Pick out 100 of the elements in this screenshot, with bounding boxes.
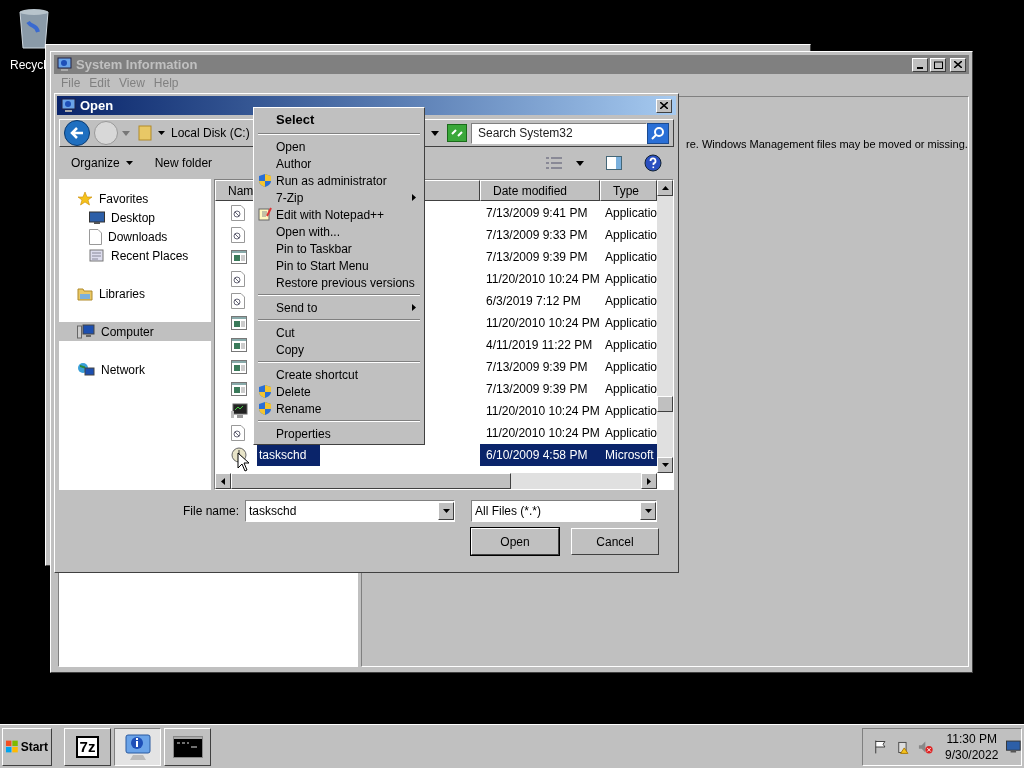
- type-cell-text: Applicatio: [603, 227, 657, 244]
- cancel-button[interactable]: Cancel: [571, 528, 659, 555]
- scroll-thumb[interactable]: [657, 396, 673, 412]
- left-arrow-icon[interactable]: [220, 477, 225, 485]
- app-icon: [57, 57, 72, 72]
- open-button[interactable]: Open: [471, 528, 559, 555]
- clock-time[interactable]: 11:30 PM: [946, 730, 997, 747]
- file-name[interactable]: taskschd: [256, 444, 321, 466]
- dialog-title: Open: [80, 96, 115, 115]
- menu-item[interactable]: Edit with Notepad++: [254, 206, 424, 223]
- date-cell[interactable]: 7/13/2009 9:39 PM: [479, 246, 600, 268]
- nav-item[interactable]: Recent Places: [59, 246, 211, 265]
- network-icon: [77, 361, 95, 378]
- help-icon[interactable]: [644, 154, 662, 172]
- program-file-icon: [230, 205, 245, 221]
- file-type-dropdown[interactable]: All Files (*.*): [471, 499, 657, 522]
- back-button[interactable]: [64, 120, 90, 146]
- menu-item[interactable]: Author: [254, 155, 424, 172]
- application-window-icon: [230, 250, 247, 264]
- menu-item[interactable]: Copy: [254, 341, 424, 358]
- date-cell[interactable]: 4/11/2019 11:22 PM: [479, 334, 600, 356]
- program-file-icon: [230, 227, 245, 243]
- minimize-button[interactable]: [912, 57, 928, 72]
- menu-item[interactable]: Open: [254, 138, 424, 155]
- menu-item[interactable]: Select: [254, 110, 424, 130]
- date-cell[interactable]: 11/20/2010 10:24 PM: [479, 400, 600, 422]
- caret-icon[interactable]: [442, 508, 450, 513]
- file-name-field[interactable]: taskschd: [245, 499, 455, 522]
- program-file-icon: [230, 425, 245, 441]
- down-arrow-icon[interactable]: [661, 463, 669, 467]
- close-icon: [954, 61, 962, 68]
- date-cell[interactable]: 11/20/2010 10:24 PM: [479, 422, 600, 444]
- mouse-cursor-icon: [237, 452, 251, 472]
- seven-zip-logo: 7z: [75, 735, 100, 758]
- taskbar-button[interactable]: [114, 727, 161, 766]
- clock-date[interactable]: 9/30/2022: [944, 746, 999, 763]
- nav-item[interactable]: Favorites: [59, 189, 211, 208]
- nav-item[interactable]: Libraries: [59, 284, 211, 303]
- menu-item[interactable]: Properties: [254, 425, 424, 442]
- menu-item[interactable]: Create shortcut: [254, 366, 424, 383]
- taskbar-button[interactable]: 7z: [64, 727, 111, 766]
- nav-item[interactable]: Downloads: [59, 227, 211, 246]
- recycle-bin-icon[interactable]: [16, 8, 52, 50]
- menu-item[interactable]: Delete: [254, 383, 424, 400]
- type-cell: Microsoft: [599, 444, 657, 466]
- menu-item[interactable]: Send to: [254, 299, 424, 316]
- show-desktop-icon[interactable]: [1006, 739, 1021, 754]
- menu-item[interactable]: Run as administrator: [254, 172, 424, 189]
- search-button[interactable]: [647, 122, 669, 144]
- menu-item[interactable]: Pin to Start Menu: [254, 257, 424, 274]
- error-message: re. Windows Management files may be moved or missing.: [686, 138, 968, 150]
- preview-pane-icon[interactable]: [606, 156, 622, 170]
- menu-item[interactable]: Pin to Taskbar: [254, 240, 424, 257]
- type-cell-text: Applicatio: [603, 293, 657, 310]
- menu-item[interactable]: Cut: [254, 324, 424, 341]
- refresh-button[interactable]: [447, 124, 467, 142]
- caret-icon[interactable]: [431, 130, 439, 136]
- search-field[interactable]: Search System32: [471, 122, 647, 144]
- horizontal-scrollbar[interactable]: [214, 473, 657, 489]
- caret-icon: [125, 161, 133, 165]
- maximize-button[interactable]: [930, 57, 946, 72]
- up-arrow-icon[interactable]: [661, 186, 669, 190]
- new-folder-button[interactable]: New folder: [154, 154, 213, 172]
- close-icon: [660, 102, 668, 109]
- vertical-scrollbar[interactable]: [657, 180, 673, 473]
- submenu-arrow-icon: [412, 304, 416, 311]
- column-header[interactable]: Date modified: [479, 180, 600, 201]
- application-window-icon: [230, 316, 247, 330]
- right-arrow-icon[interactable]: [647, 477, 651, 485]
- maximize-icon: [933, 60, 943, 69]
- scroll-thumb[interactable]: [230, 473, 511, 489]
- date-cell[interactable]: 7/13/2009 9:39 PM: [479, 378, 600, 400]
- date-cell[interactable]: 6/3/2019 7:12 PM: [479, 290, 600, 312]
- page-icon: [89, 228, 102, 245]
- close-button[interactable]: [656, 98, 672, 113]
- date-cell[interactable]: 11/20/2010 10:24 PM: [479, 312, 600, 334]
- nav-item[interactable]: Computer: [59, 322, 211, 341]
- desktop-icon-label: Recycl: [10, 57, 46, 74]
- menu-item[interactable]: Rename: [254, 400, 424, 417]
- application-window-icon: [230, 360, 247, 374]
- date-cell[interactable]: 7/13/2009 9:33 PM: [479, 224, 600, 246]
- close-button[interactable]: [950, 57, 966, 72]
- nav-item[interactable]: Desktop: [59, 208, 211, 227]
- desktop-icon: [89, 210, 105, 225]
- start-button[interactable]: Start: [2, 727, 52, 766]
- date-cell[interactable]: 7/13/2009 9:41 PM: [479, 202, 600, 224]
- menu-item[interactable]: Open with...: [254, 223, 424, 240]
- caret-icon[interactable]: [576, 160, 584, 166]
- organize-button[interactable]: Organize: [71, 154, 133, 172]
- menu-item[interactable]: Restore previous versions: [254, 274, 424, 291]
- type-cell-text: Applicatio: [603, 359, 657, 376]
- nav-item[interactable]: Network: [59, 360, 211, 379]
- type-cell-text: Applicatio: [603, 271, 657, 288]
- date-cell[interactable]: 7/13/2009 9:39 PM: [479, 356, 600, 378]
- menu-item[interactable]: 7-Zip: [254, 189, 424, 206]
- flag-icon[interactable]: [873, 738, 888, 755]
- date-cell[interactable]: 6/10/2009 4:58 PM: [479, 444, 600, 466]
- date-cell[interactable]: 11/20/2010 10:24 PM: [479, 268, 600, 290]
- caret-icon[interactable]: [644, 508, 652, 513]
- column-header[interactable]: Type: [599, 180, 657, 201]
